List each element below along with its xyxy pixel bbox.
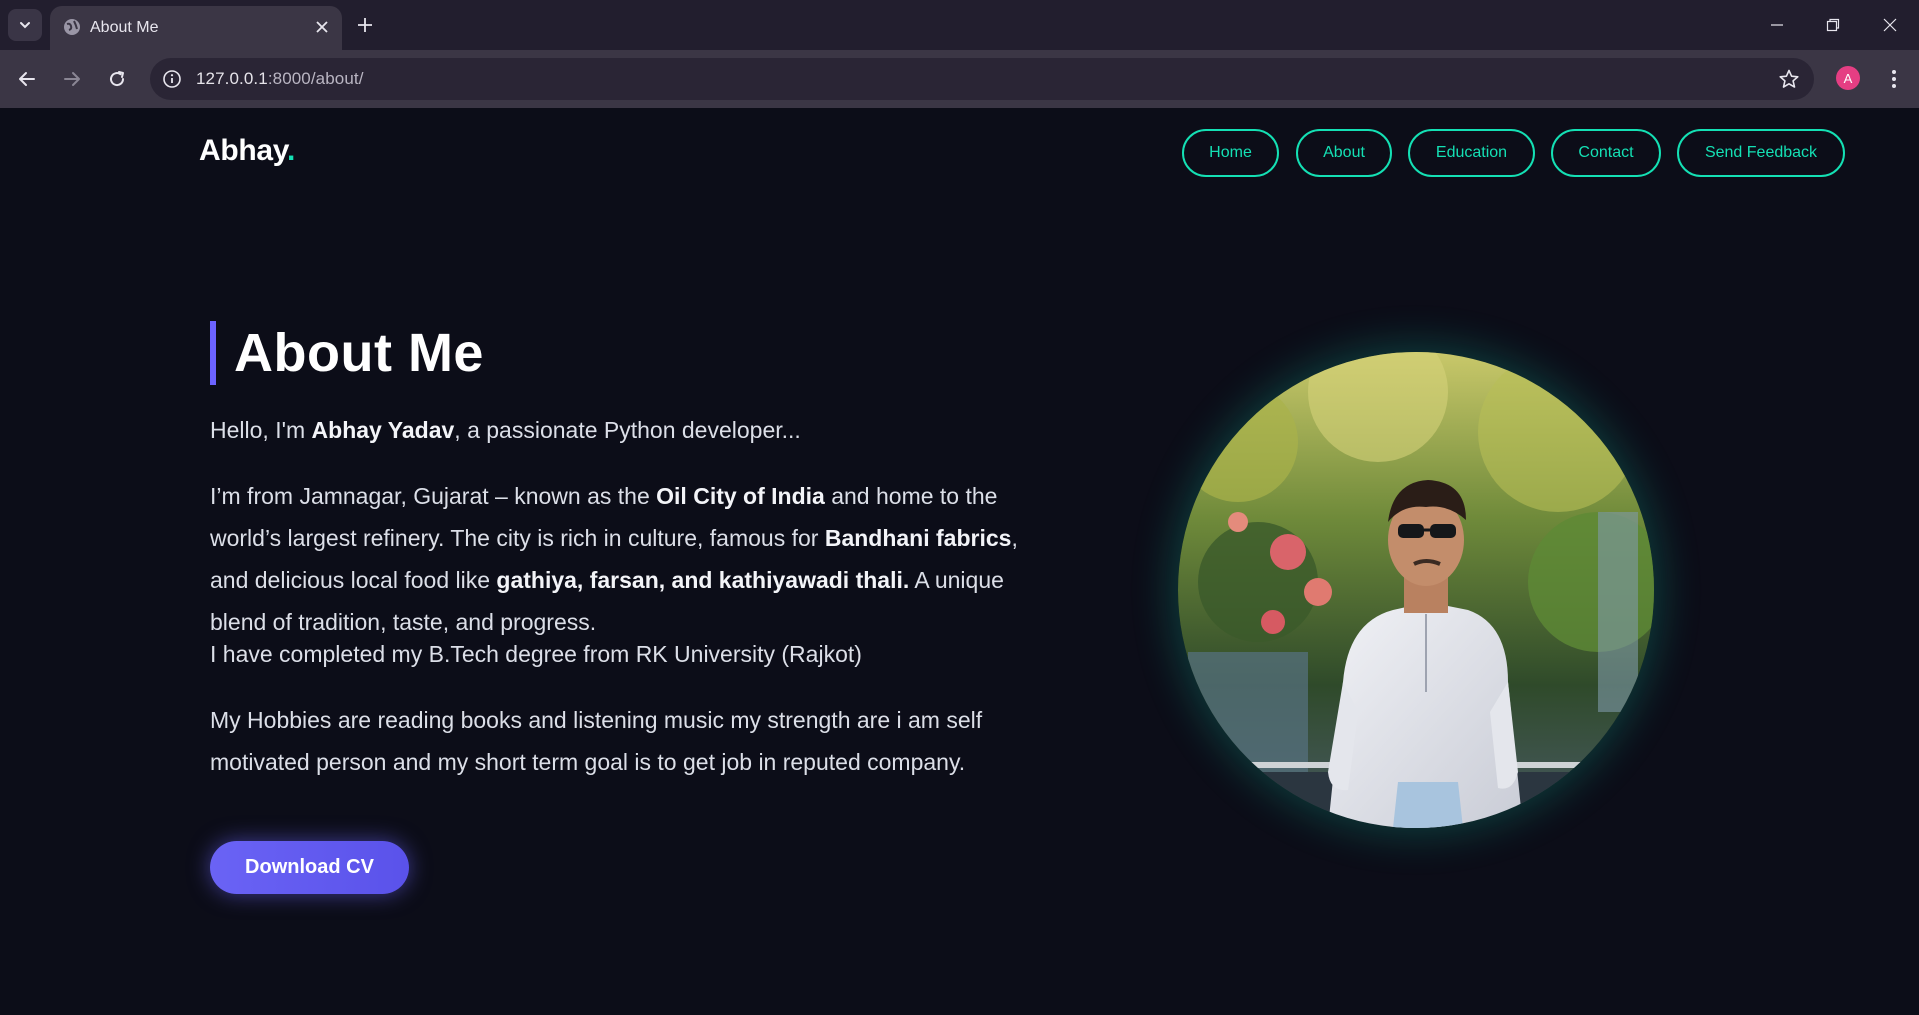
more-icon xyxy=(1892,70,1896,88)
hometown-text-1: I’m from Jamnagar, Gujarat – known as th… xyxy=(210,483,657,509)
profile-photo xyxy=(1178,352,1654,828)
forward-button[interactable] xyxy=(57,64,87,94)
restore-icon xyxy=(1826,18,1840,32)
back-button[interactable] xyxy=(12,64,42,94)
page-title: About Me xyxy=(234,323,484,383)
window-close-button[interactable] xyxy=(1875,10,1905,40)
back-icon xyxy=(19,72,35,86)
url-path: :8000/about/ xyxy=(267,69,364,88)
tab-close-button[interactable] xyxy=(312,17,332,37)
browser-toolbar: 127.0.0.1:8000/about/ A xyxy=(0,50,1919,108)
tab-strip: About Me xyxy=(0,0,1919,50)
hometown-bold-3: gathiya, farsan, and kathiyawadi thali. xyxy=(496,567,910,593)
star-icon[interactable] xyxy=(1778,68,1800,90)
site-logo[interactable]: Abhay. xyxy=(199,134,295,168)
brand-name: Abhay xyxy=(199,134,287,167)
nav-contact[interactable]: Contact xyxy=(1551,129,1661,177)
hometown-paragraph: I’m from Jamnagar, Gujarat – known as th… xyxy=(210,475,1030,643)
profile-photo-image xyxy=(1178,352,1654,828)
hometown-bold-1: Oil City of India xyxy=(656,483,825,509)
education-paragraph: I have completed my B.Tech degree from R… xyxy=(210,641,862,667)
chevron-down-icon xyxy=(20,22,30,29)
about-heading-block: About Me xyxy=(210,321,484,385)
url-host: 127.0.0.1 xyxy=(196,69,268,88)
url-text[interactable]: 127.0.0.1:8000/about/ xyxy=(196,69,364,89)
intro-paragraph: Hello, I'm Abhay Yadav, a passionate Pyt… xyxy=(210,409,1030,451)
nav-send-feedback[interactable]: Send Feedback xyxy=(1677,129,1845,177)
minimize-icon xyxy=(1771,24,1783,26)
new-tab-button[interactable] xyxy=(352,12,378,38)
reload-icon xyxy=(110,71,125,87)
window-close-icon xyxy=(1883,18,1897,32)
profile-avatar[interactable]: A xyxy=(1836,66,1860,90)
globe-icon xyxy=(64,19,80,35)
plus-icon xyxy=(358,18,372,32)
forward-icon xyxy=(64,72,80,86)
download-cv-button[interactable]: Download CV xyxy=(210,841,409,894)
info-icon[interactable] xyxy=(162,69,182,89)
hobbies-paragraph: My Hobbies are reading books and listeni… xyxy=(210,707,983,775)
address-bar[interactable]: 127.0.0.1:8000/about/ xyxy=(150,58,1814,100)
reload-button[interactable] xyxy=(102,64,132,94)
tab-title: About Me xyxy=(90,19,159,36)
tab-list-button[interactable] xyxy=(8,9,42,41)
hometown-bold-2: Bandhani fabrics xyxy=(824,525,1012,551)
nav-about[interactable]: About xyxy=(1296,129,1392,177)
close-icon xyxy=(316,21,328,33)
nav-home[interactable]: Home xyxy=(1182,129,1279,177)
intro-prefix: Hello, I'm xyxy=(210,417,312,443)
browser-menu-button[interactable] xyxy=(1880,64,1908,94)
page-content: Abhay. Home About Education Contact Send… xyxy=(0,108,1919,1015)
intro-suffix: , a passionate Python developer... xyxy=(454,417,801,443)
brand-dot: . xyxy=(286,134,296,167)
restore-button[interactable] xyxy=(1818,10,1848,40)
minimize-button[interactable] xyxy=(1762,10,1792,40)
nav-education[interactable]: Education xyxy=(1408,129,1535,177)
intro-name: Abhay Yadav xyxy=(311,417,455,443)
active-tab[interactable]: About Me xyxy=(50,6,342,50)
